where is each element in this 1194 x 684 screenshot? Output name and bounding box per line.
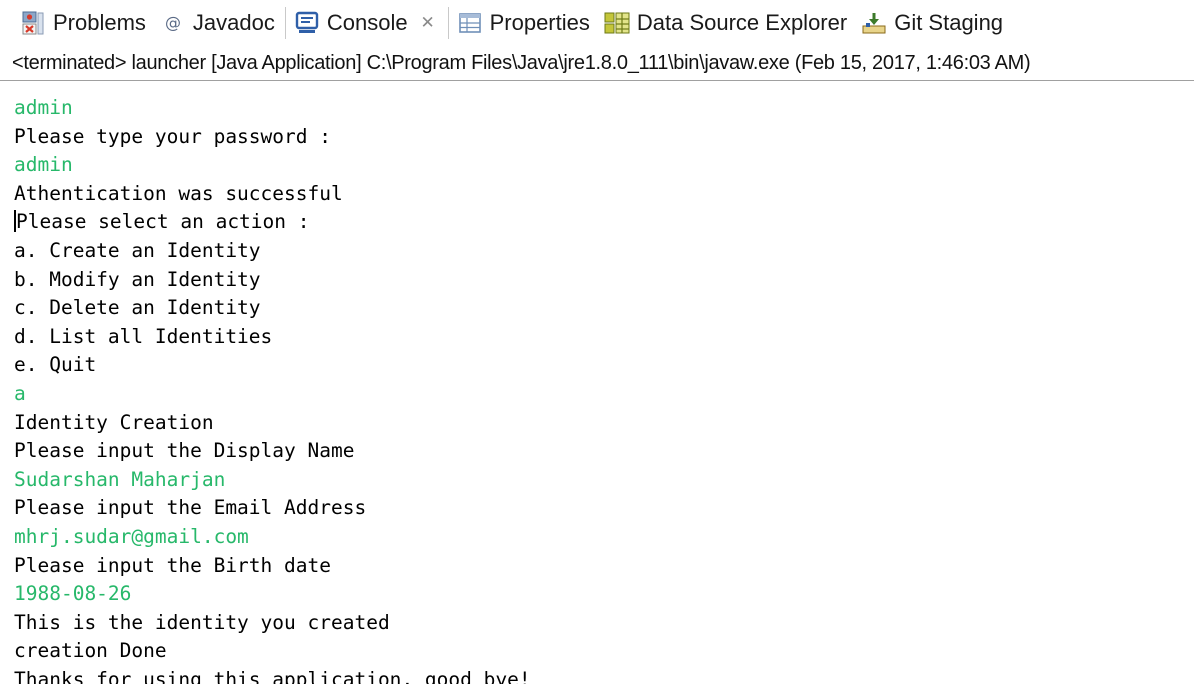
console-line: Thanks for using this application, good … xyxy=(14,667,531,684)
console-line: Athentication was successful xyxy=(14,181,343,205)
console-line: creation Done xyxy=(14,639,167,663)
data-source-explorer-icon xyxy=(604,10,630,36)
tab-label: Problems xyxy=(53,10,146,35)
problems-icon xyxy=(20,10,46,36)
console-output[interactable]: admin Please type your password : admin … xyxy=(14,87,1184,684)
console-line-with-caret: Please select an action : xyxy=(14,208,1184,237)
console-line: a. Create an Identity xyxy=(14,238,261,262)
console-line: admin xyxy=(14,96,73,119)
close-glyph: ✕ xyxy=(420,13,435,33)
close-icon[interactable]: ✕ xyxy=(418,13,438,33)
console-line: c. Delete an Identity xyxy=(14,296,261,320)
tab-javadoc[interactable]: @ Javadoc xyxy=(154,0,283,46)
console-line-text: Please select an action : xyxy=(16,210,310,234)
console-line: Please input the Display Name xyxy=(14,439,355,463)
svg-text:@: @ xyxy=(165,13,181,32)
console-line: b. Modify an Identity xyxy=(14,267,261,291)
properties-icon xyxy=(457,10,483,36)
tab-git-staging[interactable]: Git Staging xyxy=(855,0,1011,46)
console-line: Please input the Birth date xyxy=(14,553,331,577)
console-line: admin xyxy=(14,153,73,177)
console-line: Please input the Email Address xyxy=(14,496,367,520)
tab-problems[interactable]: Problems xyxy=(14,0,154,46)
header-separator xyxy=(0,80,1194,81)
tab-divider xyxy=(284,7,286,39)
tab-label: Git Staging xyxy=(894,10,1004,35)
tab-divider xyxy=(447,7,449,39)
console-line: This is the identity you created xyxy=(14,610,390,634)
console-view-window: Problems @ Javadoc Console ✕ Properties … xyxy=(0,0,1194,684)
tab-label: Data Source Explorer xyxy=(636,10,848,35)
tab-properties[interactable]: Properties xyxy=(451,0,598,46)
tab-label: Console xyxy=(326,10,408,35)
process-status-line: <terminated> launcher [Java Application]… xyxy=(12,52,1031,74)
console-line: 1988-08-26 xyxy=(14,582,132,606)
tab-label: Javadoc xyxy=(192,10,275,35)
tab-data-source-explorer[interactable]: Data Source Explorer xyxy=(598,0,855,46)
console-line: Please type your password : xyxy=(14,124,331,148)
console-icon xyxy=(294,10,320,36)
tab-console[interactable]: Console ✕ xyxy=(287,0,446,46)
javadoc-icon: @ xyxy=(160,10,186,36)
console-line: d. List all Identities xyxy=(14,324,273,348)
view-tab-bar: Problems @ Javadoc Console ✕ Properties … xyxy=(0,0,1194,46)
console-line: a xyxy=(14,381,26,405)
console-line: Identity Creation xyxy=(14,410,214,434)
console-line: e. Quit xyxy=(14,353,97,377)
console-line: mhrj.sudar@gmail.com xyxy=(14,524,249,548)
tab-label: Properties xyxy=(489,10,590,35)
clipped-line xyxy=(14,87,1184,94)
console-line: Sudarshan Maharjan xyxy=(14,467,226,491)
git-staging-icon xyxy=(861,10,887,36)
